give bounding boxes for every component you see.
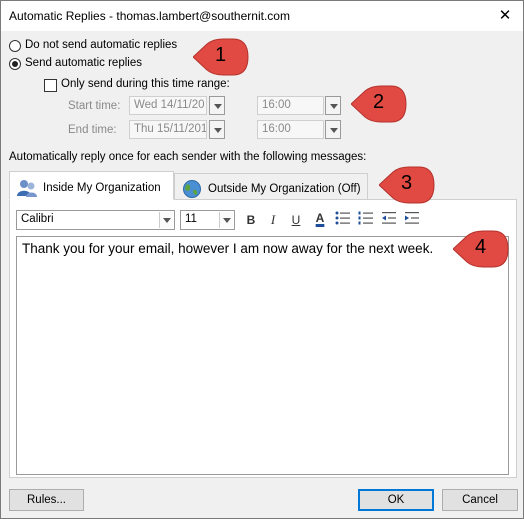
do-not-send-label[interactable]: Do not send automatic replies — [25, 39, 177, 51]
start-date-dropdown[interactable] — [209, 96, 225, 115]
callout-number: 2 — [373, 91, 385, 113]
font-family-value: Calibri — [21, 213, 54, 225]
font-family-combo[interactable]: Calibri — [16, 210, 175, 230]
reply-message-text: Thank you for your email, however I am n… — [22, 241, 434, 256]
start-time-label: Start time: — [68, 100, 121, 112]
end-date-dropdown[interactable] — [209, 120, 225, 139]
font-color-button[interactable]: A — [311, 209, 329, 227]
end-hour-dropdown[interactable] — [325, 120, 341, 139]
ok-button[interactable]: OK — [358, 489, 434, 511]
messages-heading: Automatically reply once for each sender… — [9, 151, 367, 163]
do-not-send-radio[interactable] — [9, 40, 21, 52]
end-time-label: End time: — [68, 124, 117, 136]
callout-marker-3: 3 — [379, 166, 437, 204]
automatic-replies-dialog: Automatic Replies - thomas.lambert@south… — [0, 0, 524, 519]
globe-icon — [181, 179, 203, 199]
title-bar: Automatic Replies - thomas.lambert@south… — [1, 1, 523, 31]
time-range-checkbox[interactable] — [44, 79, 57, 92]
window-title: Automatic Replies - thomas.lambert@south… — [9, 9, 290, 23]
callout-number: 3 — [401, 172, 413, 194]
send-replies-radio[interactable] — [9, 58, 21, 70]
chevron-down-icon[interactable] — [159, 212, 173, 228]
callout-number: 4 — [475, 236, 487, 258]
start-hour-field[interactable]: 16:00 — [257, 96, 324, 115]
tab-inside-label: Inside My Organization — [43, 182, 161, 194]
italic-button[interactable]: I — [264, 211, 282, 229]
chevron-down-icon[interactable] — [219, 212, 233, 228]
send-replies-label[interactable]: Send automatic replies — [25, 57, 142, 69]
font-size-value: 11 — [185, 213, 197, 225]
cancel-button[interactable]: Cancel — [442, 489, 518, 511]
increase-indent-icon[interactable] — [403, 211, 421, 229]
tab-outside-label: Outside My Organization (Off) — [208, 183, 361, 195]
decrease-indent-icon[interactable] — [380, 211, 398, 229]
font-size-combo[interactable]: 11 — [180, 210, 235, 230]
reply-message-editor[interactable]: Thank you for your email, however I am n… — [16, 236, 509, 475]
end-date-field[interactable]: Thu 15/11/201 — [129, 120, 207, 139]
tab-inside-organization[interactable]: Inside My Organization — [9, 171, 174, 200]
start-date-field[interactable]: Wed 14/11/20 — [129, 96, 207, 115]
underline-button[interactable]: U — [287, 211, 305, 229]
callout-number: 1 — [215, 44, 227, 66]
numbered-list-icon[interactable] — [357, 211, 375, 229]
end-hour-field[interactable]: 16:00 — [257, 120, 324, 139]
callout-marker-2: 2 — [351, 85, 409, 123]
bullet-list-icon[interactable] — [334, 211, 352, 229]
rules-button[interactable]: Rules... — [9, 489, 84, 511]
time-range-label[interactable]: Only send during this time range: — [61, 78, 230, 90]
tab-outside-organization[interactable]: Outside My Organization (Off) — [174, 173, 368, 200]
callout-marker-4: 4 — [453, 230, 511, 268]
people-icon — [16, 178, 38, 198]
close-icon[interactable]: ✕ — [491, 3, 519, 29]
callout-marker-1: 1 — [193, 38, 251, 76]
bold-button[interactable]: B — [242, 211, 260, 229]
start-hour-dropdown[interactable] — [325, 96, 341, 115]
